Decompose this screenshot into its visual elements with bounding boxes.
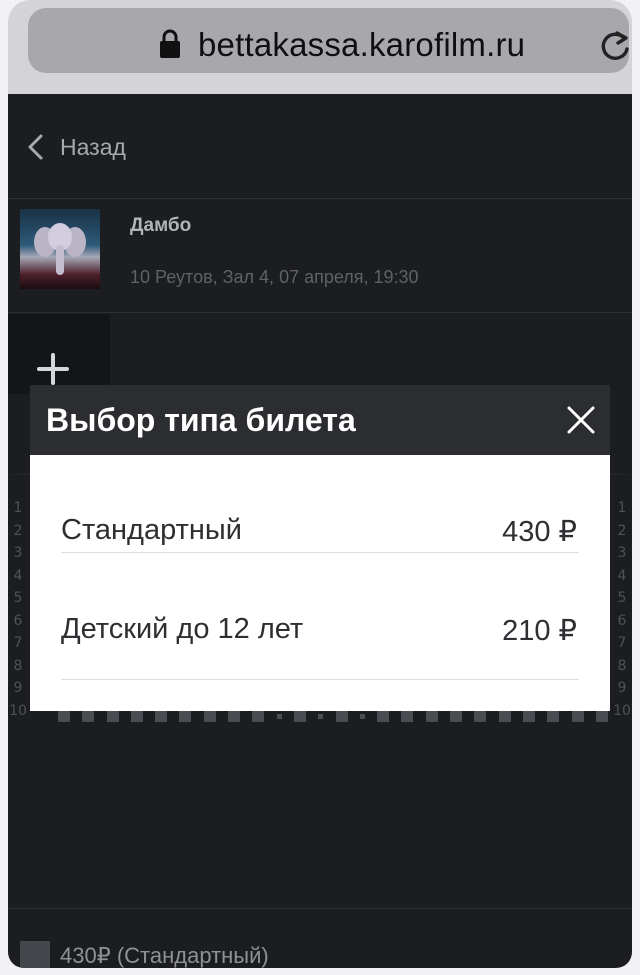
- row-number-left: 4: [13, 567, 23, 584]
- phone-screen: bettakassa.karofilm.ru Назад Дамбо 10 Ре…: [0, 0, 640, 975]
- seat: [276, 713, 282, 719]
- seat: [425, 710, 438, 722]
- row-number-left: 1: [13, 500, 23, 516]
- seat: [82, 710, 95, 722]
- seat: [335, 710, 348, 722]
- row-number-left: 9: [13, 680, 23, 696]
- reload-icon[interactable]: [598, 29, 632, 63]
- seat: [401, 710, 414, 722]
- row-number-right: 4: [617, 567, 627, 584]
- price-legend: 430₽ (Стандартный): [8, 908, 632, 968]
- seat: [595, 710, 608, 722]
- row-number-left: 2: [13, 522, 23, 539]
- row-number-right: 8: [617, 657, 627, 674]
- seat: [155, 710, 168, 722]
- ticket-type-dialog-header: Выбор типа билета: [30, 385, 610, 455]
- legend-label: 430₽ (Стандартный): [60, 943, 269, 968]
- row-number-right: 7: [617, 635, 627, 651]
- seat: [252, 710, 265, 722]
- browser-chrome: bettakassa.karofilm.ru: [8, 0, 632, 94]
- row-number-right: 2: [617, 522, 627, 539]
- seat: [522, 710, 535, 722]
- seat: [571, 710, 584, 722]
- ticket-option-price: 430 ₽: [502, 516, 577, 548]
- row-number-right: 9: [617, 680, 627, 696]
- seat-row: [58, 710, 608, 722]
- seat: [547, 710, 560, 722]
- ticket-type-list: Стандартный 430 ₽ Детский до 12 лет 210 …: [30, 455, 610, 711]
- row-number-right: 10: [613, 702, 631, 719]
- legend-swatch: [20, 941, 50, 968]
- chevron-left-icon: [28, 134, 43, 160]
- movie-summary: Дамбо 10 Реутов, Зал 4, 07 апреля, 19:30: [8, 199, 632, 313]
- address-bar[interactable]: bettakassa.karofilm.ru: [28, 8, 629, 73]
- back-link[interactable]: Назад: [8, 94, 632, 199]
- ticket-option-name: Детский до 12 лет: [61, 613, 304, 645]
- seat: [377, 710, 390, 722]
- seat: [474, 710, 487, 722]
- seat: [359, 713, 365, 719]
- row-number-right: 5: [617, 590, 627, 606]
- row-number-right: 3: [617, 545, 627, 561]
- ticket-option-name: Стандартный: [61, 514, 242, 546]
- row-number-left: 8: [13, 657, 23, 674]
- seat: [228, 710, 241, 722]
- row-number-right: 1: [617, 500, 627, 516]
- row-number-left: 3: [13, 545, 23, 561]
- close-icon[interactable]: [566, 405, 596, 435]
- movie-poster: [20, 209, 100, 289]
- seat: [106, 710, 119, 722]
- seat: [498, 710, 511, 722]
- session-details: 10 Реутов, Зал 4, 07 апреля, 19:30: [130, 267, 419, 287]
- row-number-left: 7: [13, 635, 23, 651]
- row-number-left: 10: [9, 702, 27, 719]
- seat: [318, 713, 324, 719]
- ticket-option-price: 210 ₽: [502, 615, 577, 647]
- row-number-left: 6: [13, 612, 23, 629]
- movie-title: Дамбо: [130, 215, 192, 236]
- seat: [293, 710, 306, 722]
- seat: [58, 710, 70, 722]
- seat: [179, 710, 192, 722]
- ticket-option-child[interactable]: Детский до 12 лет 210 ₽: [61, 582, 579, 680]
- seat: [450, 710, 463, 722]
- url-text[interactable]: bettakassa.karofilm.ru: [198, 26, 525, 64]
- row-number-left: 5: [13, 590, 23, 606]
- ticket-option-standard[interactable]: Стандартный 430 ₽: [61, 455, 579, 553]
- zoom-in-icon[interactable]: [36, 352, 70, 386]
- seat: [130, 710, 143, 722]
- seat: [203, 710, 216, 722]
- back-label[interactable]: Назад: [60, 134, 126, 161]
- dialog-title: Выбор типа билета: [46, 402, 356, 438]
- lock-icon: [160, 29, 180, 58]
- row-number-right: 6: [617, 612, 627, 629]
